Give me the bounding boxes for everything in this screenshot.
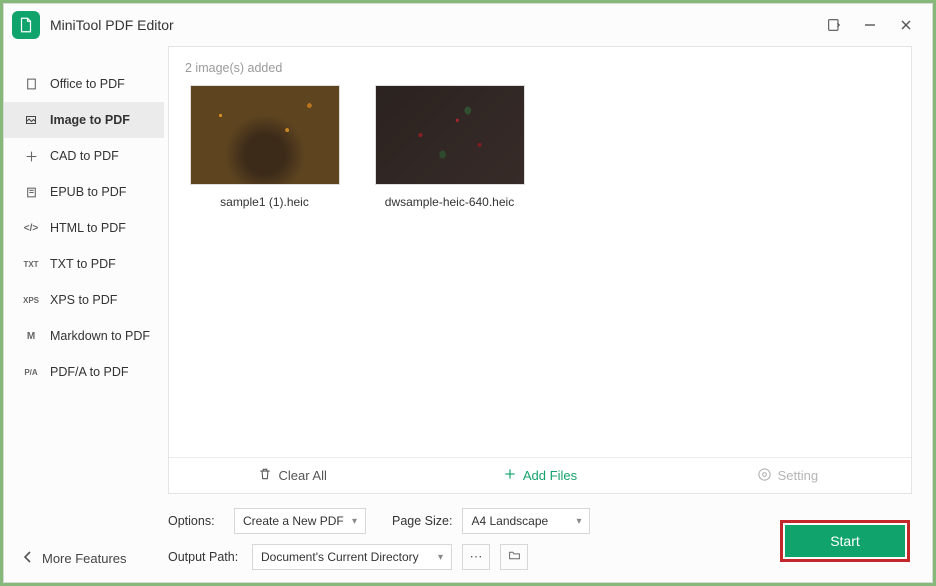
clear-all-button[interactable]: Clear All xyxy=(169,458,416,493)
file-name: dwsample-heic-640.heic xyxy=(385,195,514,209)
txt-icon: TXT xyxy=(22,260,40,269)
sidebar-item-image-to-pdf[interactable]: Image to PDF xyxy=(4,102,164,138)
app-title: MiniTool PDF Editor xyxy=(50,17,174,33)
options-select[interactable]: Create a New PDF ▾ xyxy=(234,508,366,534)
output-path-select[interactable]: Document's Current Directory ▾ xyxy=(252,544,452,570)
html-icon: </> xyxy=(22,223,40,234)
minimize-button[interactable] xyxy=(852,7,888,43)
output-path-value: Document's Current Directory xyxy=(261,550,419,564)
sidebar-item-xps-to-pdf[interactable]: XPS XPS to PDF xyxy=(4,282,164,318)
clear-all-label: Clear All xyxy=(278,468,326,483)
sidebar-item-pdfa-to-pdf[interactable]: P/A PDF/A to PDF xyxy=(4,354,164,390)
pagesize-value: A4 Landscape xyxy=(471,514,548,528)
file-thumb[interactable]: sample1 (1).heic xyxy=(187,85,342,209)
chevron-down-icon: ▾ xyxy=(576,516,581,527)
sidebar-item-markdown-to-pdf[interactable]: M Markdown to PDF xyxy=(4,318,164,354)
start-label: Start xyxy=(830,533,860,549)
ellipsis-icon: ⋯ xyxy=(470,549,483,565)
epub-icon xyxy=(22,186,40,199)
sidebar-item-label: CAD to PDF xyxy=(50,149,119,163)
office-icon xyxy=(22,77,40,91)
more-options-button[interactable]: ⋯ xyxy=(462,544,490,570)
sidebar-item-label: HTML to PDF xyxy=(50,221,126,235)
file-name: sample1 (1).heic xyxy=(220,195,309,209)
titlebar: MiniTool PDF Editor xyxy=(4,4,932,46)
add-files-button[interactable]: Add Files xyxy=(416,458,663,493)
cad-icon xyxy=(22,150,40,163)
chevron-down-icon: ▾ xyxy=(438,552,443,563)
more-features-label: More Features xyxy=(42,551,127,566)
thumbnail-image xyxy=(190,85,340,185)
trash-icon xyxy=(258,467,272,484)
files-panel: 2 image(s) added sample1 (1).heic dwsamp… xyxy=(168,46,912,494)
sidebar-item-label: PDF/A to PDF xyxy=(50,365,129,379)
pagesize-label: Page Size: xyxy=(392,514,452,528)
sidebar-item-label: EPUB to PDF xyxy=(50,185,126,199)
plus-icon xyxy=(503,467,517,484)
main-area: 2 image(s) added sample1 (1).heic dwsamp… xyxy=(164,46,932,582)
app-logo xyxy=(12,11,40,39)
options-label: Options: xyxy=(168,514,224,528)
thumbnail-image xyxy=(375,85,525,185)
sidebar: Office to PDF Image to PDF CAD to PDF EP… xyxy=(4,46,164,582)
chevron-down-icon: ▾ xyxy=(352,516,357,527)
sidebar-item-html-to-pdf[interactable]: </> HTML to PDF xyxy=(4,210,164,246)
xps-icon: XPS xyxy=(22,296,40,305)
sidebar-item-label: TXT to PDF xyxy=(50,257,116,271)
image-icon xyxy=(22,114,40,126)
sidebar-item-epub-to-pdf[interactable]: EPUB to PDF xyxy=(4,174,164,210)
sidebar-item-txt-to-pdf[interactable]: TXT TXT to PDF xyxy=(4,246,164,282)
markdown-icon: M xyxy=(22,331,40,342)
chevron-left-icon xyxy=(24,551,32,566)
file-thumb[interactable]: dwsample-heic-640.heic xyxy=(372,85,527,209)
sidebar-item-label: Markdown to PDF xyxy=(50,329,150,343)
pdfa-icon: P/A xyxy=(22,368,40,377)
folder-icon xyxy=(507,549,522,565)
thumbnail-row: sample1 (1).heic dwsample-heic-640.heic xyxy=(169,85,911,209)
sidebar-item-label: Office to PDF xyxy=(50,77,125,91)
close-button[interactable] xyxy=(888,7,924,43)
add-files-label: Add Files xyxy=(523,468,577,483)
pagesize-select[interactable]: A4 Landscape ▾ xyxy=(462,508,590,534)
sidebar-item-label: XPS to PDF xyxy=(50,293,117,307)
sidebar-item-label: Image to PDF xyxy=(50,113,130,127)
sidebar-item-office-to-pdf[interactable]: Office to PDF xyxy=(4,66,164,102)
more-features-button[interactable]: More Features xyxy=(4,534,164,582)
gear-icon xyxy=(757,467,772,485)
titlebar-extra-icon[interactable] xyxy=(816,7,852,43)
start-button[interactable]: Start xyxy=(785,525,905,557)
setting-button[interactable]: Setting xyxy=(664,458,911,493)
setting-label: Setting xyxy=(778,468,818,483)
browse-folder-button[interactable] xyxy=(500,544,528,570)
panel-actions: Clear All Add Files Setting xyxy=(169,457,911,493)
sidebar-item-cad-to-pdf[interactable]: CAD to PDF xyxy=(4,138,164,174)
options-value: Create a New PDF xyxy=(243,514,344,528)
output-path-label: Output Path: xyxy=(168,550,242,564)
start-highlight: Start xyxy=(780,520,910,562)
app-window: MiniTool PDF Editor Office to PDF Image … xyxy=(3,3,933,583)
panel-status: 2 image(s) added xyxy=(169,47,911,85)
